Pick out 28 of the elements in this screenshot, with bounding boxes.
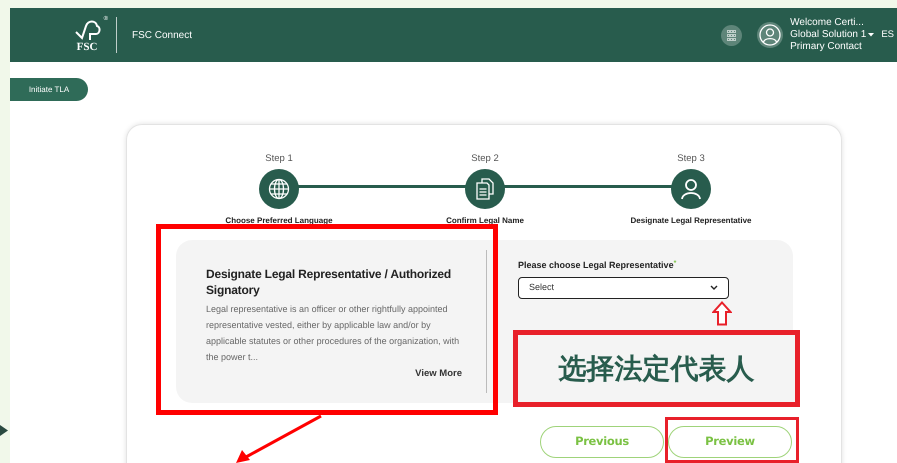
app-name: FSC Connect bbox=[132, 28, 192, 42]
panel-description: Legal representative is an officer or other rightfully appointed representative vested, either by applicable law and/or by applicable statutes or other procedures of the organization, with the power t... bbox=[206, 303, 460, 364]
select-placeholder: Select bbox=[529, 280, 554, 294]
language-code: ES bbox=[881, 28, 894, 42]
chevron-down-icon bbox=[710, 285, 718, 290]
caret-icon[interactable] bbox=[868, 33, 874, 37]
role-text: Primary Contact bbox=[790, 41, 863, 53]
step-label: Designate Legal Representative bbox=[630, 215, 752, 227]
step-label: Confirm Legal Name bbox=[446, 215, 524, 227]
documents-icon bbox=[475, 178, 495, 200]
callout-text: 选择法定代表人 bbox=[558, 350, 754, 386]
step-number: Step 1 bbox=[265, 153, 293, 165]
step-number: Step 2 bbox=[471, 153, 499, 165]
representative-select[interactable]: Select bbox=[518, 276, 729, 298]
step-number: Step 3 bbox=[677, 153, 705, 165]
annotation-up-arrow bbox=[712, 301, 732, 326]
globe-icon bbox=[268, 178, 290, 200]
welcome-text: Welcome Certi... bbox=[790, 17, 865, 29]
side-arrow-icon[interactable] bbox=[0, 425, 8, 436]
logo-text: FSC bbox=[76, 42, 98, 52]
panel-title: Designate Legal Representative / Authorized Signatory bbox=[206, 266, 452, 298]
avatar-icon[interactable] bbox=[757, 22, 784, 48]
apps-grid-icon[interactable] bbox=[721, 24, 742, 46]
person-icon bbox=[680, 178, 702, 200]
initiate-tla-button[interactable]: Initiate TLA bbox=[10, 78, 88, 101]
organization-name[interactable]: Global Solution 1 bbox=[790, 29, 866, 41]
view-more-link[interactable]: View More bbox=[415, 367, 462, 382]
step-label: Choose Preferred Language bbox=[225, 215, 333, 227]
